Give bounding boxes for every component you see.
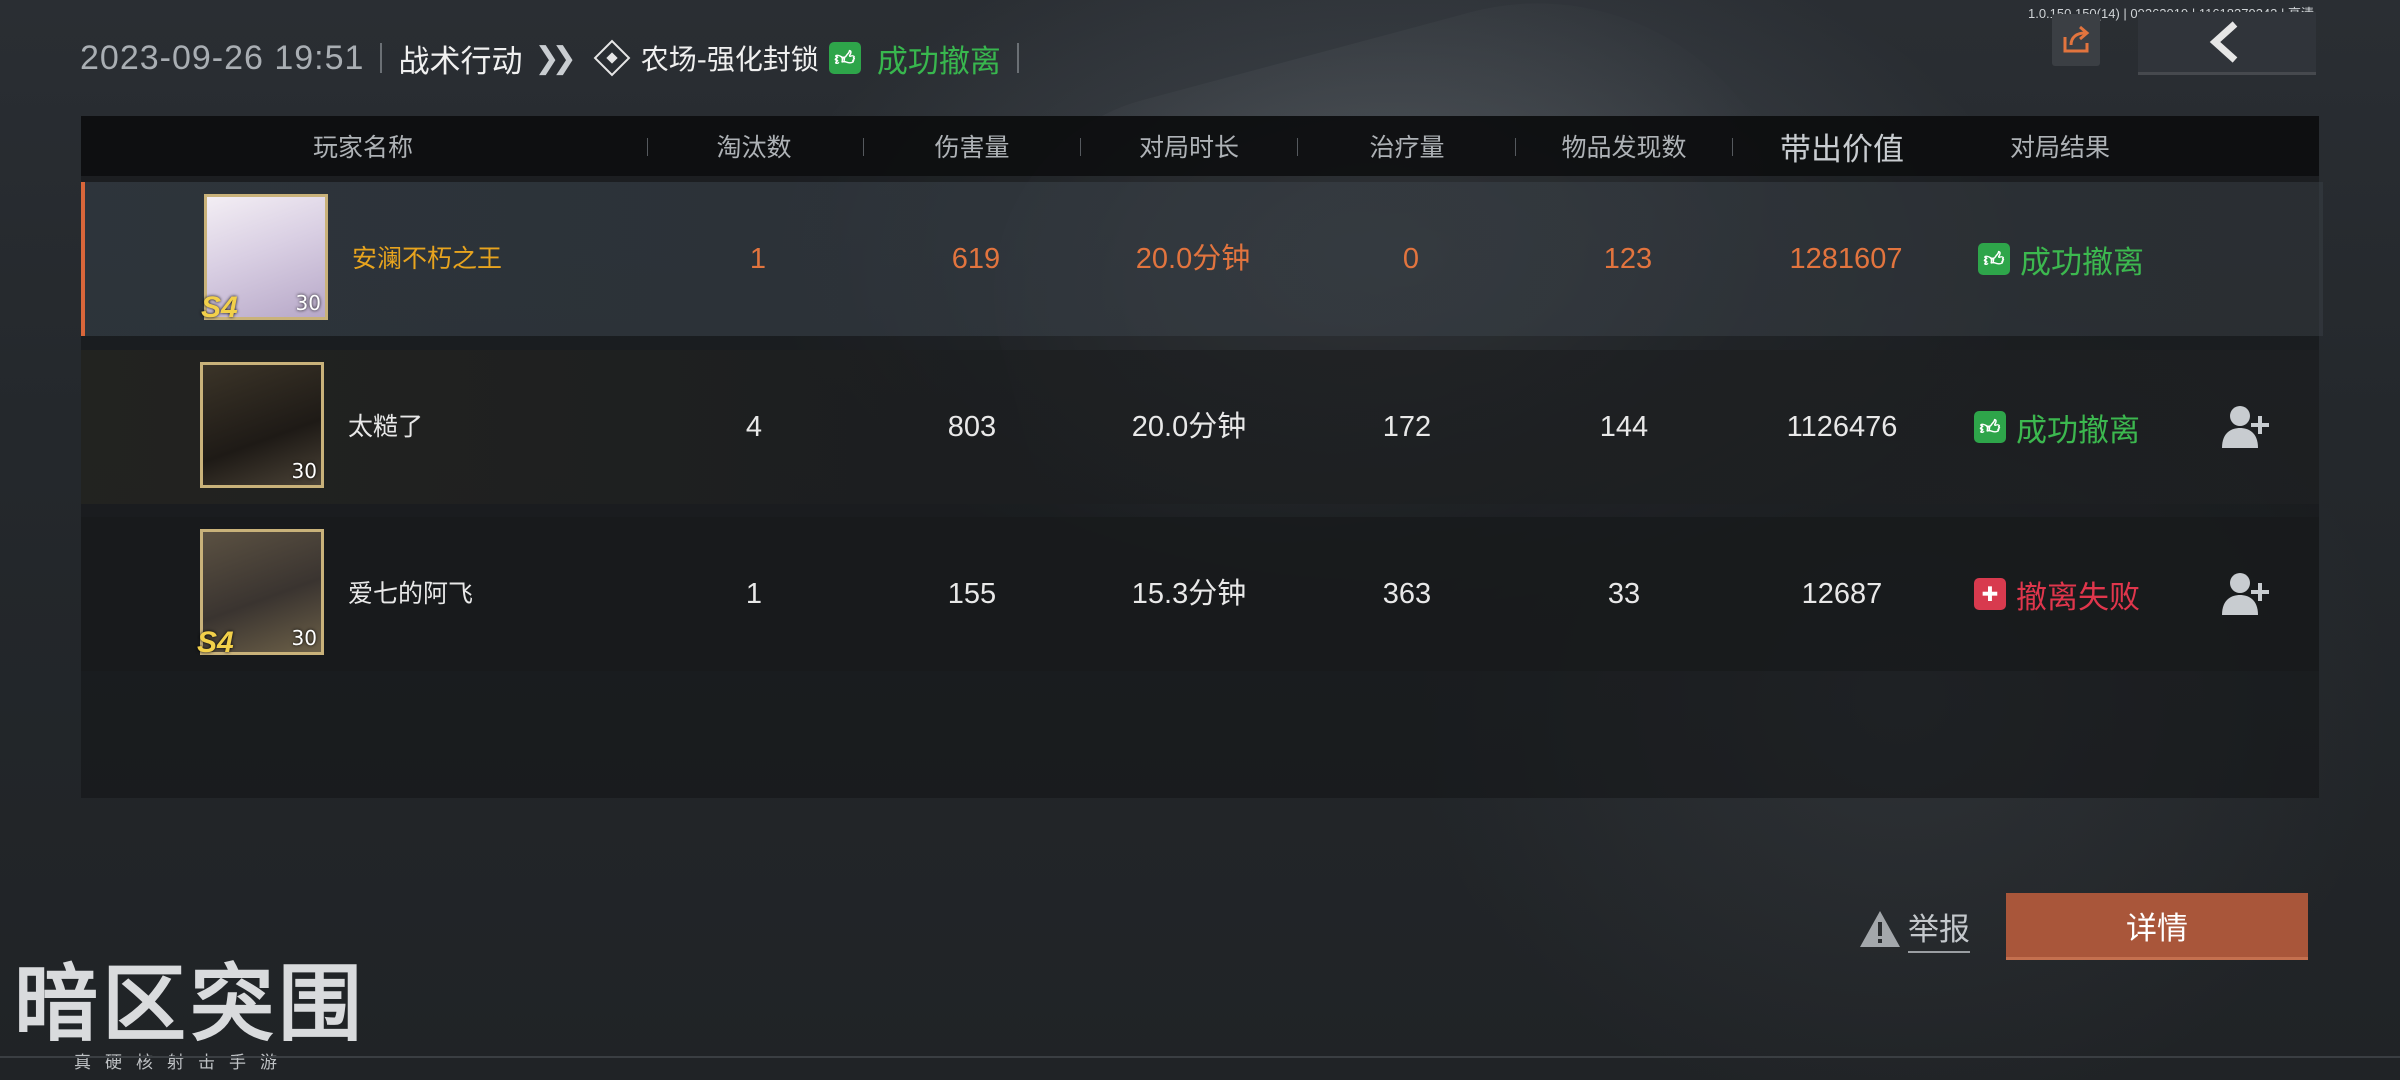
items-found: 33 [1607, 578, 1641, 610]
table-header: 玩家名称 淘汰数 伤害量 对局时长 治疗量 物品发现数 带出价值 对局结果 [81, 116, 2319, 176]
eliminations: 1 [745, 578, 763, 610]
add-friend-icon[interactable] [2218, 402, 2274, 452]
eliminations: 1 [749, 243, 767, 275]
column-header: 对局时长 [1138, 133, 1240, 162]
map-marker-icon [593, 39, 631, 77]
healing: 0 [1402, 243, 1420, 275]
back-button[interactable] [2138, 12, 2316, 75]
avatar[interactable]: S4 30 [197, 529, 324, 659]
healing: 172 [1382, 411, 1432, 443]
column-header: 淘汰数 [716, 133, 792, 162]
share-button[interactable] [2052, 14, 2100, 66]
result-label: 成功撤离 [2020, 244, 2144, 281]
thumbs-up-icon: 👍︎ [1978, 243, 2010, 275]
column-header: 伤害量 [934, 133, 1010, 162]
damage: 155 [947, 578, 997, 610]
map-name: 农场-强化封锁 [640, 43, 819, 76]
report-label: 举报 [1908, 904, 1970, 953]
damage: 619 [951, 243, 1001, 275]
column-header: 带出价值 [1780, 131, 1904, 168]
player-level: 30 [295, 291, 321, 315]
warning-icon [1860, 910, 1900, 947]
divider [380, 43, 383, 73]
fail-icon: ✚ [1974, 578, 2006, 610]
match-header: 2023-09-26 19:51 战术行动 ❯❯ 农场-强化封锁 👍︎ 成功撤离 [80, 34, 1025, 82]
player-result: ✚ 撤离失败 [1974, 517, 2140, 671]
share-icon [2063, 25, 2090, 53]
items-found: 144 [1599, 411, 1649, 443]
extracted-value: 1281607 [1789, 243, 1903, 275]
divider [0, 1056, 2400, 1058]
player-result: 👍︎ 成功撤离 [1974, 350, 2140, 504]
season-badge: S4 [197, 626, 234, 659]
player-name: 太糙了 [348, 412, 424, 441]
duration: 20.0分钟 [1135, 243, 1251, 275]
divider [1297, 138, 1298, 156]
player-level: 30 [291, 459, 317, 483]
items-found: 123 [1603, 243, 1653, 275]
damage: 803 [947, 411, 997, 443]
column-header: 对局结果 [2009, 133, 2111, 162]
season-badge: S4 [201, 291, 238, 324]
table-row[interactable]: S4 30 爱七的阿飞 1 155 15.3分钟 363 33 12687 ✚ … [81, 517, 2319, 671]
double-chevron-icon: ❯❯ [534, 40, 576, 76]
avatar[interactable]: 30 [200, 362, 324, 488]
divider [647, 138, 648, 156]
column-header: 治疗量 [1369, 133, 1445, 162]
column-header: 物品发现数 [1561, 133, 1687, 162]
logo-title: 暗区突围 [14, 955, 367, 1053]
match-datetime: 2023-09-26 19:51 [80, 38, 365, 77]
divider [1732, 138, 1733, 156]
divider [1080, 138, 1081, 156]
extracted-value: 12687 [1801, 578, 1883, 610]
duration: 15.3分钟 [1131, 578, 1247, 610]
thumbs-up-icon: 👍︎ [828, 42, 861, 74]
column-header: 玩家名称 [312, 133, 414, 162]
result-label: 成功撤离 [2016, 412, 2140, 449]
details-button[interactable]: 详情 [2006, 893, 2308, 960]
player-level: 30 [291, 626, 317, 650]
result-label: 撤离失败 [2016, 579, 2140, 616]
add-friend-icon[interactable] [2218, 569, 2274, 619]
thumbs-up-icon: 👍︎ [1974, 411, 2006, 443]
table-row[interactable]: S4 30 安澜不朽之王 1 619 20.0分钟 0 123 1281607 … [81, 182, 2323, 336]
scoreboard-table: 玩家名称 淘汰数 伤害量 对局时长 治疗量 物品发现数 带出价值 对局结果 S4… [81, 116, 2323, 798]
table-row[interactable]: 30 太糙了 4 803 20.0分钟 172 144 1126476 👍︎ 成… [81, 350, 2319, 504]
divider [1016, 43, 1019, 73]
divider [1515, 138, 1516, 156]
extracted-value: 1126476 [1786, 411, 1898, 443]
divider [863, 138, 864, 156]
healing: 363 [1382, 578, 1432, 610]
avatar[interactable]: S4 30 [201, 194, 328, 324]
player-name: 爱七的阿飞 [348, 579, 474, 608]
game-mode: 战术行动 [398, 43, 523, 80]
duration: 20.0分钟 [1131, 411, 1247, 443]
report-button[interactable]: 举报 [1858, 904, 1970, 953]
back-arrow-icon [2209, 21, 2238, 63]
eliminations: 4 [745, 411, 763, 443]
match-result: 成功撤离 [876, 43, 1001, 80]
player-name: 安澜不朽之王 [352, 244, 503, 273]
player-result: 👍︎ 成功撤离 [1978, 182, 2144, 336]
